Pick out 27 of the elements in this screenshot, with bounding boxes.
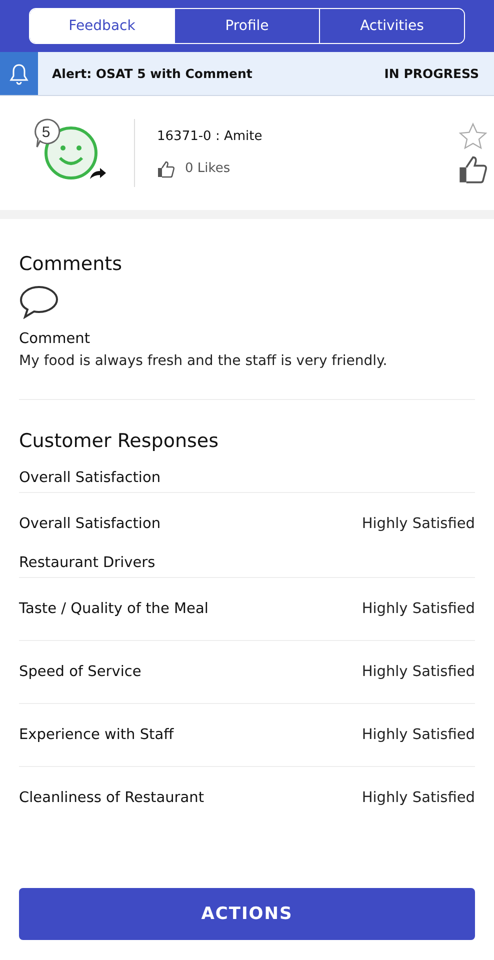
thumbs-up-icon [157,160,175,178]
comment-text: My food is always fresh and the staff is very friendly. [19,353,388,369]
answer-value: Highly Satisfied [362,516,475,532]
likes-count: 0 Likes [185,161,230,176]
alert-title: Alert: OSAT 5 with Comment [52,66,252,81]
question-label: Taste / Quality of the Meal [19,601,208,617]
question-label: Speed of Service [19,664,142,680]
tab[interactable]: Feedback [30,9,174,43]
alert-status: IN PROGRESS [384,66,479,81]
actions-button[interactable]: ACTIONS [19,888,475,940]
group-label: Restaurant Drivers [19,555,156,571]
group-label: Overall Satisfaction [19,470,161,486]
answer-value: Highly Satisfied [362,790,475,806]
section-heading: Customer Responses [19,430,220,452]
question-label: Overall Satisfaction [19,516,161,532]
comment-label: Comment [19,331,92,347]
answer-value: Highly Satisfied [362,727,475,743]
answer-value: Highly Satisfied [362,664,475,680]
comment-icon [19,285,59,319]
section-heading: Comments [19,253,123,275]
tab[interactable]: Activities [319,9,464,43]
thumbs-up-icon[interactable] [458,154,488,184]
question-label: Experience with Staff [19,727,174,743]
star-icon[interactable] [458,122,488,152]
store-name: 16371-0 : Amite [157,128,262,144]
answer-value: Highly Satisfied [362,601,475,617]
question-label: Cleanliness of Restaurant [19,790,204,806]
